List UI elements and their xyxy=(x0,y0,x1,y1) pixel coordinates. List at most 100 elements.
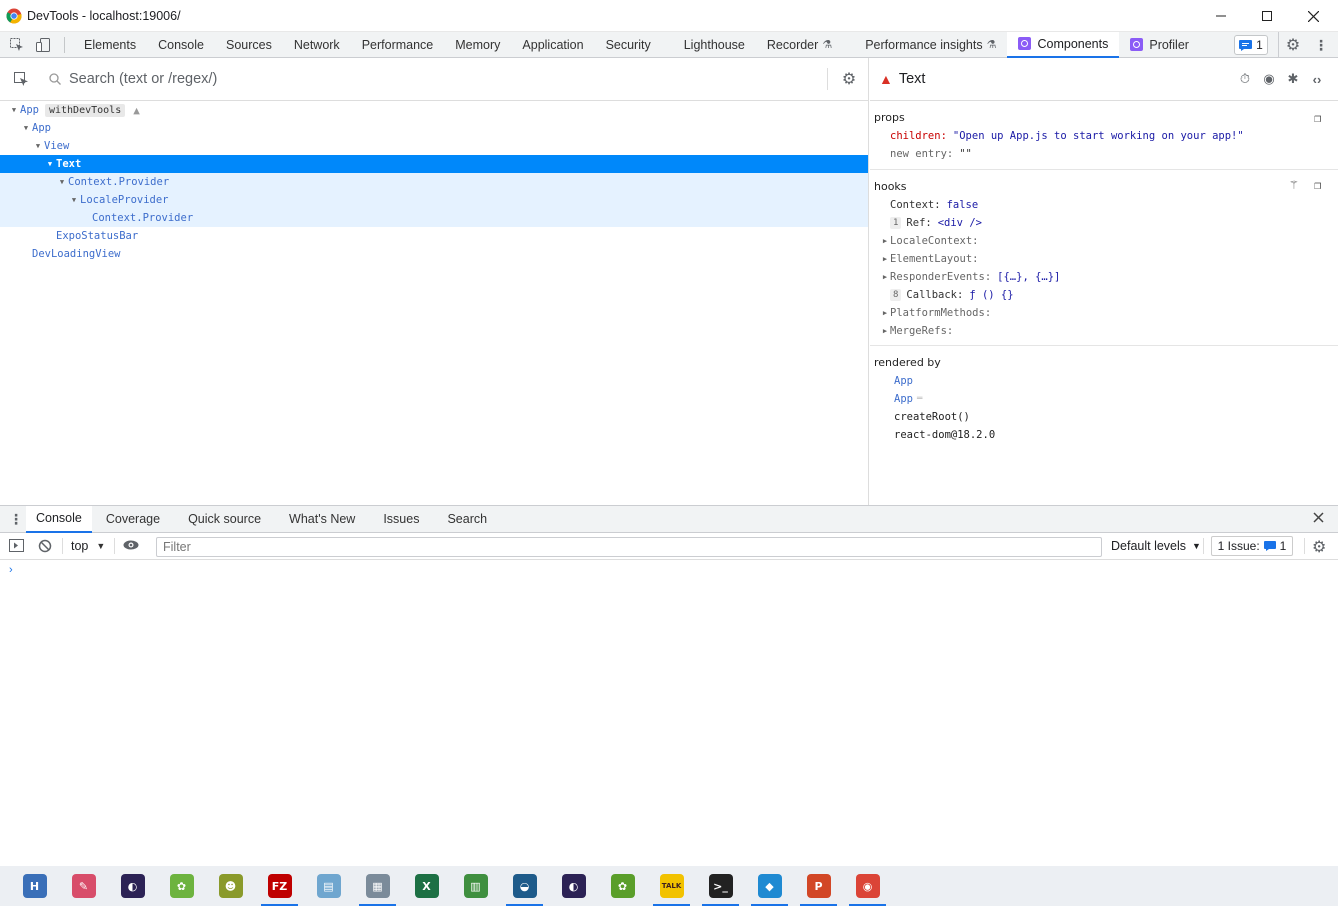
tree-row-selected[interactable]: ▼ Text xyxy=(0,155,868,173)
tab-network[interactable]: Network xyxy=(283,32,351,58)
console-settings-button[interactable]: ⚙ xyxy=(1312,537,1326,557)
log-levels-dropdown[interactable]: Default levels ▼ xyxy=(1111,539,1201,553)
tab-components[interactable]: Components xyxy=(1007,31,1120,58)
minimize-button[interactable] xyxy=(1198,0,1244,32)
hook-row[interactable]: ▶ ResponderEvents: [{…}, {…}] xyxy=(870,268,1338,286)
settings-button[interactable]: ⚙ xyxy=(1280,32,1306,58)
prop-value[interactable]: "" xyxy=(959,148,972,160)
inspect-element-button[interactable] xyxy=(4,32,30,58)
tree-row[interactable]: Context.Provider xyxy=(0,209,868,227)
clear-console-button[interactable] xyxy=(38,539,52,553)
parse-hooks-button[interactable]: ⚚ xyxy=(1290,178,1298,193)
rendered-by-item[interactable]: App xyxy=(870,372,1338,390)
live-expression-button[interactable] xyxy=(123,539,139,553)
drawer-tab-issues[interactable]: Issues xyxy=(369,506,433,533)
hook-row[interactable]: ▶ MergeRefs: xyxy=(870,322,1338,340)
prop-key[interactable]: new entry: xyxy=(890,148,953,160)
tree-row[interactable]: ▼ LocaleProvider xyxy=(0,191,868,209)
taskbar-app-notepad[interactable]: ▤ xyxy=(304,866,353,906)
show-sidebar-button[interactable] xyxy=(9,538,24,554)
tab-elements[interactable]: Elements xyxy=(73,32,147,58)
taskbar-app-toad[interactable]: ☻ xyxy=(206,866,255,906)
expand-caret-icon[interactable]: ▼ xyxy=(20,124,32,132)
tree-row[interactable]: ▼ View xyxy=(0,137,868,155)
copy-hooks-button[interactable]: ❐ xyxy=(1314,178,1321,192)
view-source-button[interactable]: ‹› xyxy=(1309,71,1325,87)
taskbar-app-paint[interactable]: ✎ xyxy=(59,866,108,906)
tab-profiler[interactable]: Profiler xyxy=(1119,32,1200,58)
taskbar-app-sts[interactable]: ✿ xyxy=(598,866,647,906)
tab-console[interactable]: Console xyxy=(147,32,215,58)
device-toolbar-button[interactable] xyxy=(30,32,56,58)
tree-row[interactable]: DevLoadingView xyxy=(0,245,868,263)
drawer-menu-button[interactable]: ⋮ xyxy=(6,511,26,528)
tree-row[interactable]: ExpoStatusBar xyxy=(0,227,868,245)
console-output[interactable]: › xyxy=(0,560,1338,866)
tab-performance-insights[interactable]: Performance insights ⚗ xyxy=(843,32,1007,58)
prop-value[interactable]: "Open up App.js to start working on your… xyxy=(953,130,1244,142)
prop-row[interactable]: children: "Open up App.js to start worki… xyxy=(870,127,1338,145)
tree-row[interactable]: ▼ Context.Provider xyxy=(0,173,868,191)
hook-row[interactable]: 8 Callback: ƒ () {} xyxy=(870,286,1338,304)
inspect-dom-button[interactable]: ◉ xyxy=(1261,71,1277,87)
suspend-button[interactable]: ⏱ xyxy=(1237,71,1253,87)
taskbar-app-chrome[interactable]: ◉ xyxy=(843,866,892,906)
drawer-tab-console[interactable]: Console xyxy=(26,505,92,533)
hook-row[interactable]: ▶ PlatformMethods: xyxy=(870,304,1338,322)
expand-caret-icon[interactable]: ▶ xyxy=(880,273,890,281)
expand-caret-icon[interactable]: ▼ xyxy=(68,196,80,204)
hook-row[interactable]: Context: false xyxy=(870,196,1338,214)
taskbar-app-spring[interactable]: ✿ xyxy=(157,866,206,906)
taskbar-app-eclipse[interactable]: ◐ xyxy=(108,866,157,906)
expand-caret-icon[interactable]: ▶ xyxy=(880,309,890,317)
taskbar-app-filezilla[interactable]: FZ xyxy=(255,866,304,906)
copy-props-button[interactable]: ❐ xyxy=(1314,111,1321,125)
taskbar-app-h-app[interactable]: H xyxy=(10,866,59,906)
tab-performance[interactable]: Performance xyxy=(351,32,445,58)
taskbar-app-chart-app[interactable]: ▥ xyxy=(451,866,500,906)
tab-memory[interactable]: Memory xyxy=(444,32,511,58)
rendered-by-item[interactable]: App ═ xyxy=(870,390,1338,408)
taskbar-app-powerpoint[interactable]: P xyxy=(794,866,843,906)
prop-row[interactable]: new entry: "" xyxy=(870,145,1338,163)
taskbar-app-terminal[interactable]: >_ xyxy=(696,866,745,906)
taskbar-app-mysql[interactable]: ◒ xyxy=(500,866,549,906)
drawer-tab-quick-source[interactable]: Quick source xyxy=(174,506,275,533)
issues-counter-button[interactable]: 1 xyxy=(1234,35,1268,55)
expand-caret-icon[interactable]: ▶ xyxy=(880,237,890,245)
context-selector[interactable]: top ▼ xyxy=(71,539,105,553)
drawer-tab-search[interactable]: Search xyxy=(433,506,501,533)
tree-row[interactable]: ▼ App xyxy=(0,119,868,137)
expand-caret-icon[interactable]: ▼ xyxy=(44,160,56,168)
component-search-input[interactable]: Search (text or /regex/) xyxy=(69,71,217,87)
hook-row[interactable]: 1 Ref: <div /> xyxy=(870,214,1338,232)
tab-security[interactable]: Security xyxy=(595,32,673,58)
console-issues-button[interactable]: 1 Issue: 1 xyxy=(1211,536,1293,556)
taskbar-app-eclipse-2[interactable]: ◐ xyxy=(549,866,598,906)
tree-row[interactable]: ▼ App withDevTools ▲ xyxy=(0,101,868,119)
close-window-button[interactable] xyxy=(1290,0,1336,32)
console-filter-input[interactable]: Filter xyxy=(156,537,1102,557)
taskbar-app-explorer[interactable]: ▦ xyxy=(353,866,402,906)
hook-row[interactable]: ▶ LocaleContext: xyxy=(870,232,1338,250)
expand-caret-icon[interactable]: ▼ xyxy=(8,106,20,114)
component-settings-button[interactable]: ⚙ xyxy=(840,70,858,88)
tab-sources[interactable]: Sources xyxy=(215,32,283,58)
expand-caret-icon[interactable]: ▼ xyxy=(32,142,44,150)
maximize-button[interactable] xyxy=(1244,0,1290,32)
tab-lighthouse[interactable]: Lighthouse xyxy=(673,32,756,58)
expand-caret-icon[interactable]: ▼ xyxy=(56,178,68,186)
drawer-tab-coverage[interactable]: Coverage xyxy=(92,506,174,533)
close-drawer-button[interactable] xyxy=(1313,512,1324,526)
drawer-tab-whats-new[interactable]: What's New xyxy=(275,506,369,533)
taskbar-app-excel[interactable]: X xyxy=(402,866,451,906)
taskbar-app-vscode[interactable]: ◆ xyxy=(745,866,794,906)
tab-application[interactable]: Application xyxy=(511,32,594,58)
taskbar-app-kakaotalk[interactable]: TALK xyxy=(647,866,696,906)
log-component-button[interactable]: ✱ xyxy=(1285,71,1301,87)
expand-caret-icon[interactable]: ▶ xyxy=(880,255,890,263)
hook-row[interactable]: ▶ ElementLayout: xyxy=(870,250,1338,268)
expand-caret-icon[interactable]: ▶ xyxy=(880,327,890,335)
tab-recorder[interactable]: Recorder ⚗ xyxy=(756,32,843,58)
more-options-button[interactable]: ⋮ xyxy=(1308,32,1334,58)
